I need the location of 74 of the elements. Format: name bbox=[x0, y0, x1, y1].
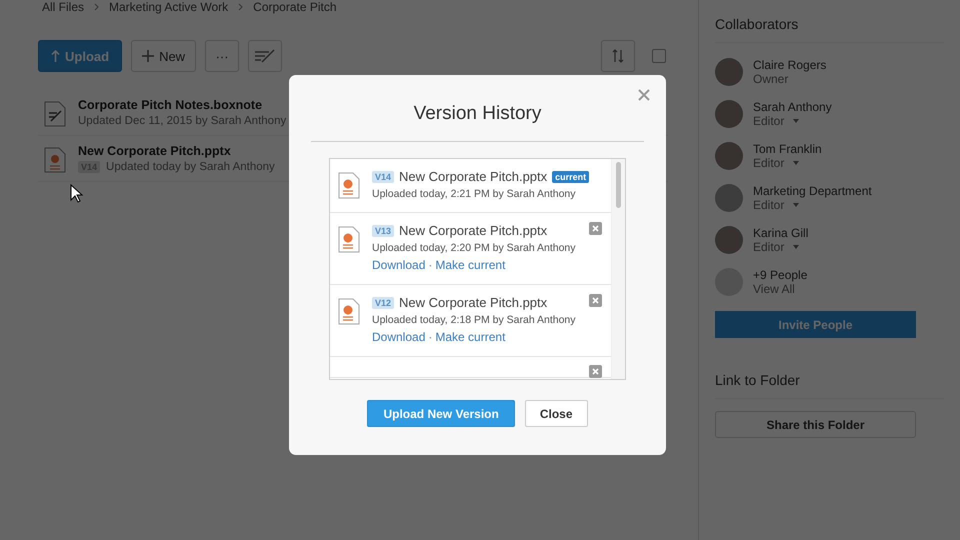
file-name[interactable]: New Corporate Pitch.pptx bbox=[78, 144, 275, 158]
delete-icon[interactable] bbox=[589, 294, 602, 307]
caret-icon[interactable] bbox=[793, 119, 799, 123]
group-avatar bbox=[715, 184, 743, 212]
collaborator-role[interactable]: Editor bbox=[753, 240, 808, 254]
version-file-name: New Corporate Pitch.pptx bbox=[399, 223, 548, 238]
upload-new-version-button[interactable]: Upload New Version bbox=[367, 400, 515, 427]
avatar bbox=[715, 100, 743, 128]
view-all-link[interactable]: View All bbox=[753, 282, 808, 296]
share-button[interactable]: Share this Folder bbox=[715, 411, 916, 438]
collaborator-name: Tom Franklin bbox=[753, 142, 822, 156]
caret-icon[interactable] bbox=[793, 161, 799, 165]
version-tag: V12 bbox=[372, 296, 394, 308]
version-meta: Uploaded today, 2:21 PM by Sarah Anthony bbox=[372, 188, 577, 200]
collaborator-name: Marketing Department bbox=[753, 184, 872, 198]
dialog-title: Version History bbox=[414, 103, 542, 126]
separator: · bbox=[428, 258, 432, 272]
cursor-icon bbox=[70, 184, 84, 204]
new-button[interactable]: New bbox=[131, 40, 196, 72]
sort-icon bbox=[612, 48, 624, 64]
version-tag: V14 bbox=[372, 170, 394, 182]
upload-icon bbox=[51, 50, 60, 62]
avatar bbox=[715, 226, 743, 254]
collaborator-role[interactable]: Editor bbox=[753, 114, 832, 128]
more-button[interactable]: ··· bbox=[205, 40, 240, 72]
pencil-lines-icon bbox=[254, 49, 276, 63]
checkbox[interactable] bbox=[652, 49, 666, 63]
presentation-file-icon bbox=[44, 147, 66, 173]
chevron-icon bbox=[94, 3, 100, 11]
collaborator-role[interactable]: Editor bbox=[753, 156, 822, 170]
upload-button[interactable]: Upload bbox=[38, 40, 122, 72]
scrollbar-thumb[interactable] bbox=[616, 162, 621, 208]
version-file-name: New Corporate Pitch.pptx bbox=[399, 295, 548, 310]
version-meta: Uploaded today, 2:18 PM by Sarah Anthony bbox=[372, 314, 576, 326]
download-link[interactable]: Download bbox=[372, 330, 426, 344]
download-link[interactable]: Download bbox=[372, 258, 426, 272]
collaborator-name: +9 People bbox=[753, 268, 808, 282]
breadcrumb-link[interactable]: Corporate Pitch bbox=[253, 0, 337, 14]
chevron-icon bbox=[238, 3, 244, 11]
invite-button[interactable]: Invite People bbox=[715, 311, 916, 338]
caret-icon[interactable] bbox=[793, 245, 799, 249]
current-badge: current bbox=[552, 170, 590, 182]
presentation-file-icon bbox=[338, 172, 360, 199]
version-tag: V13 bbox=[372, 224, 394, 236]
collaborator-role[interactable]: Editor bbox=[753, 198, 872, 212]
presentation-file-icon bbox=[338, 226, 360, 253]
version-meta: Uploaded today, 2:20 PM by Sarah Anthony bbox=[372, 242, 576, 254]
collaborator-name: Sarah Anthony bbox=[753, 100, 832, 114]
note-button[interactable] bbox=[248, 40, 282, 72]
avatar bbox=[715, 58, 743, 86]
plus-icon bbox=[142, 50, 154, 62]
file-meta: Updated Dec 11, 2015 by Sarah Anthony bbox=[78, 115, 286, 127]
link-heading: Link to Folder bbox=[715, 368, 944, 399]
close-button[interactable]: Close bbox=[524, 400, 588, 427]
separator: · bbox=[428, 330, 432, 344]
breadcrumb-link[interactable]: Marketing Active Work bbox=[109, 0, 228, 14]
file-meta: Updated today by Sarah Anthony bbox=[106, 161, 275, 173]
breadcrumb-link[interactable]: All Files bbox=[42, 0, 84, 14]
make-current-link[interactable]: Make current bbox=[435, 258, 506, 272]
file-name[interactable]: Corporate Pitch Notes.boxnote bbox=[78, 98, 286, 112]
collaborator-name: Claire Rogers bbox=[753, 58, 826, 72]
collaborator-name: Karina Gill bbox=[753, 226, 808, 240]
version-file-name: New Corporate Pitch.pptx bbox=[399, 169, 548, 184]
collaborators-heading: Collaborators bbox=[715, 12, 944, 43]
note-file-icon bbox=[44, 101, 66, 127]
presentation-file-icon bbox=[338, 298, 360, 325]
delete-icon[interactable] bbox=[589, 222, 602, 235]
delete-icon[interactable] bbox=[589, 365, 602, 378]
collaborator-role: Owner bbox=[753, 72, 790, 86]
sort-button[interactable] bbox=[601, 40, 635, 72]
make-current-link[interactable]: Make current bbox=[435, 330, 506, 344]
close-icon[interactable] bbox=[638, 89, 650, 101]
avatar bbox=[715, 142, 743, 170]
caret-icon[interactable] bbox=[793, 203, 799, 207]
